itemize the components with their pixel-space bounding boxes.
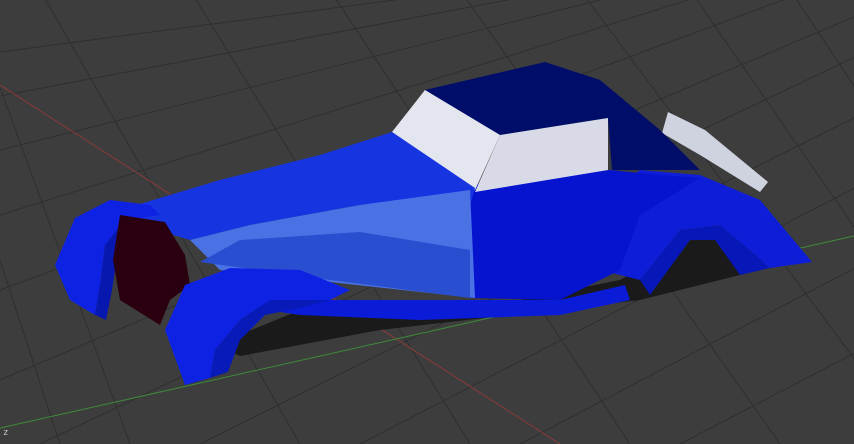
viewport-canvas[interactable] (0, 0, 854, 444)
axis-indicator-label: z (3, 428, 9, 438)
3d-viewport[interactable]: z (0, 0, 854, 444)
